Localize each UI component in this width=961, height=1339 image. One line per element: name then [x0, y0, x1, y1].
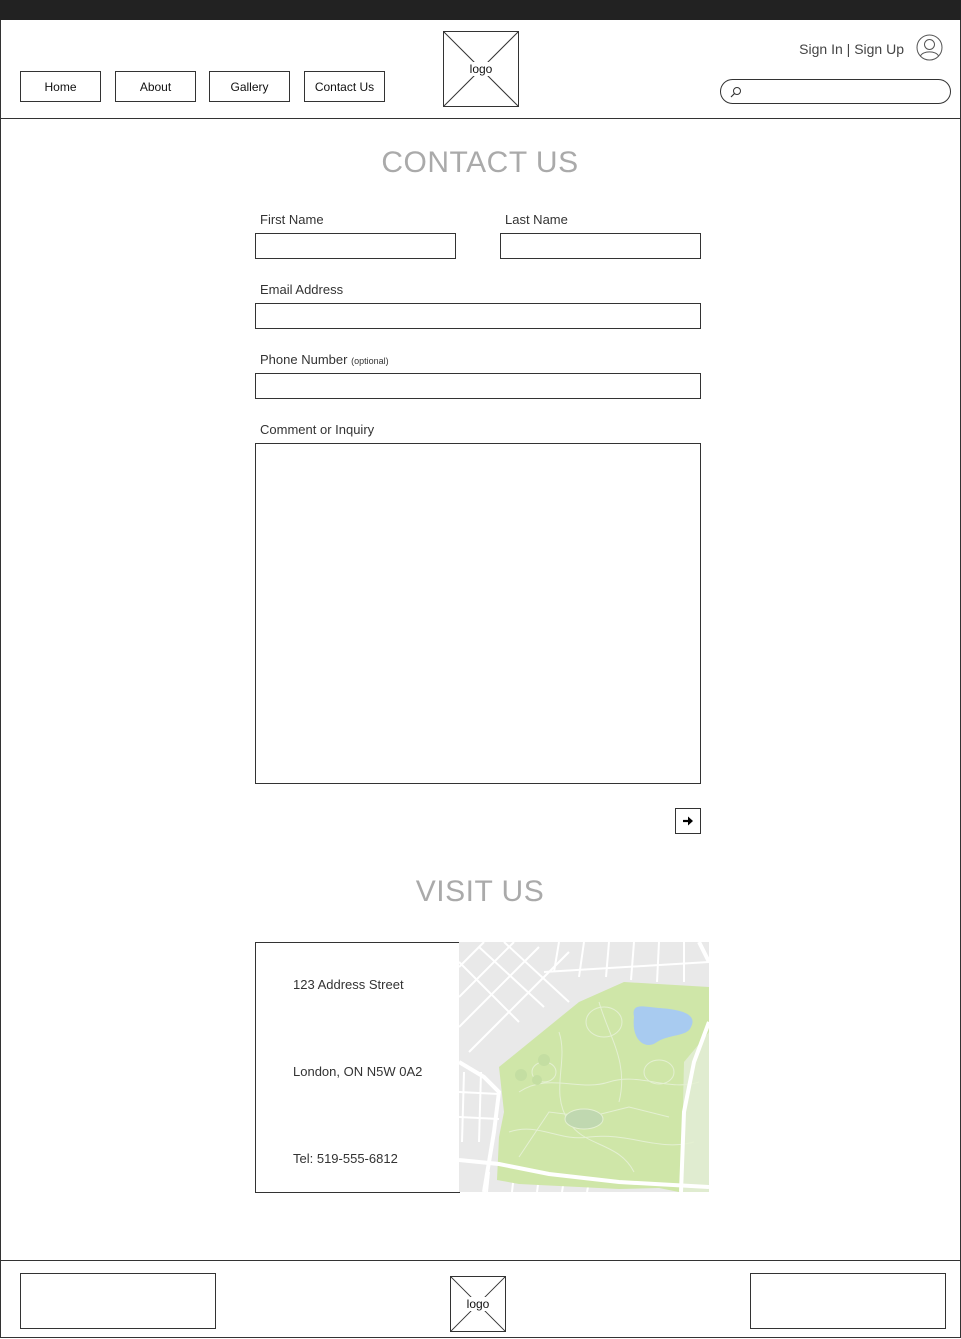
contact-title: CONTACT US: [381, 146, 579, 179]
first-name-label: First Name: [260, 212, 324, 227]
address-line-1: 123 Address Street: [293, 977, 404, 992]
email-field[interactable]: [255, 303, 701, 329]
submit-button[interactable]: [675, 808, 701, 834]
sign-up-link[interactable]: Sign Up: [854, 41, 904, 57]
nav-about-button[interactable]: About: [115, 71, 196, 102]
comment-label: Comment or Inquiry: [260, 422, 375, 437]
nav-gallery-button[interactable]: Gallery: [209, 71, 290, 102]
phone-optional-note: (optional): [351, 356, 389, 366]
header-divider: [0, 118, 961, 119]
phone-label-text: Phone Number: [260, 352, 348, 367]
last-name-label: Last Name: [505, 212, 568, 227]
address-line-2: London, ON N5W 0A2: [293, 1064, 423, 1079]
footer-logo-label: logo: [465, 1297, 491, 1311]
top-bar: [0, 0, 961, 20]
header-logo[interactable]: logo: [443, 31, 519, 107]
search-icon: [730, 87, 741, 98]
last-name-field[interactable]: [500, 233, 701, 259]
logo-label: logo: [468, 62, 494, 76]
sign-in-link[interactable]: Sign In: [799, 41, 843, 57]
search-input[interactable]: [747, 83, 946, 102]
footer-divider: [0, 1260, 961, 1261]
comment-field[interactable]: [255, 443, 701, 784]
first-name-field[interactable]: [255, 233, 456, 259]
address-phone: Tel: 519-555-6812: [293, 1151, 398, 1166]
phone-label: Phone Number (optional): [260, 352, 389, 367]
email-label: Email Address: [260, 282, 344, 297]
location-map[interactable]: [459, 942, 709, 1192]
phone-field[interactable]: [255, 373, 701, 399]
nav-contact-button[interactable]: Contact Us: [304, 71, 385, 102]
footer-logo[interactable]: logo: [450, 1276, 506, 1332]
auth-links: Sign In | Sign Up: [790, 41, 904, 57]
auth-separator: |: [842, 41, 855, 57]
footer-left-box: [20, 1273, 216, 1329]
footer-right-box: [750, 1273, 946, 1329]
user-avatar-icon[interactable]: [916, 34, 943, 61]
search-box: [720, 79, 951, 104]
nav-home-button[interactable]: Home: [20, 71, 101, 102]
arrow-right-icon: [683, 816, 693, 826]
map-image: [459, 942, 709, 1192]
visit-title: VISIT US: [415, 875, 545, 908]
